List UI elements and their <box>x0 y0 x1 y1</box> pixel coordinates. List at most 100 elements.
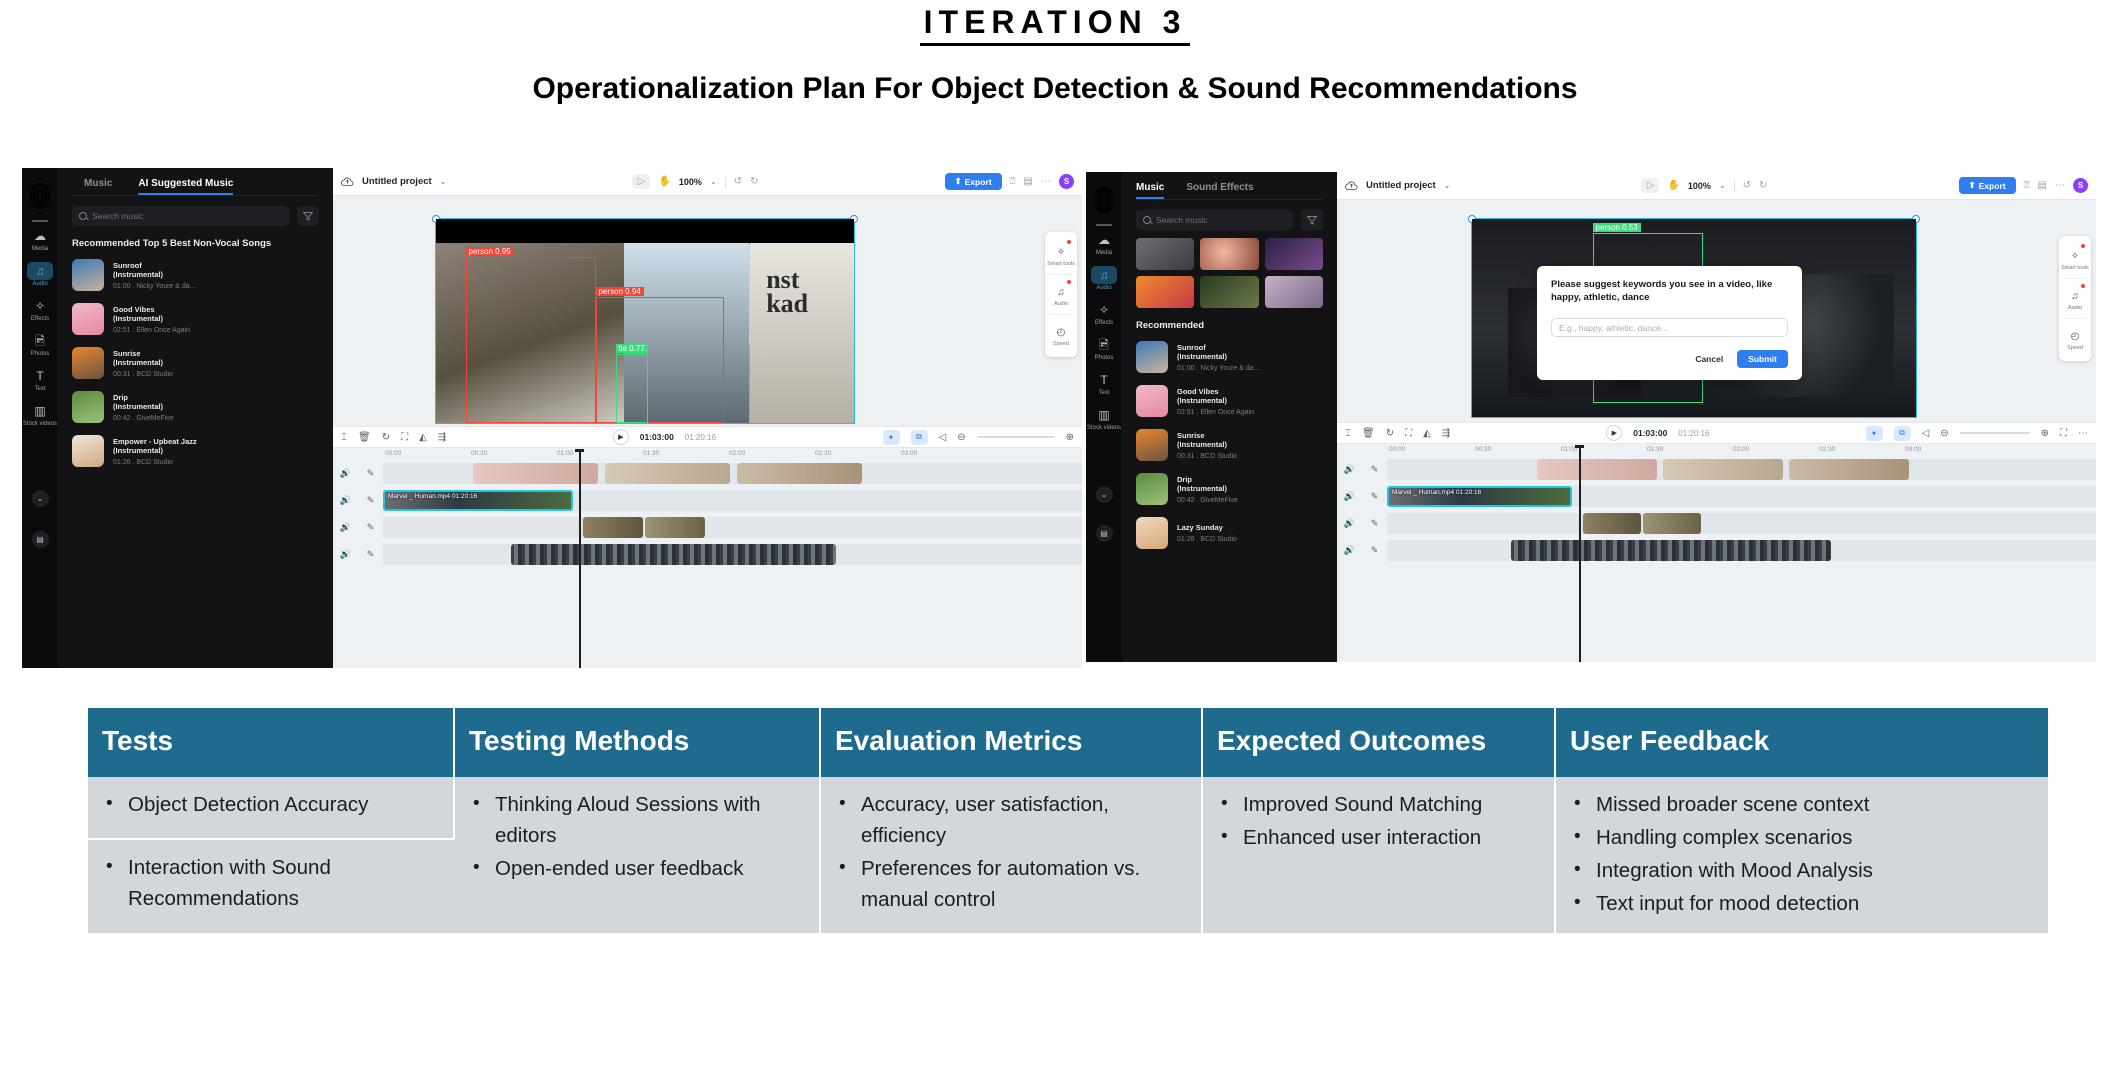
track-list-item[interactable]: Good Vibes (Instrumental) 02:51 . Ellen On… <box>58 297 333 341</box>
zoom-out-icon-right[interactable]: ⊖ <box>1940 428 1948 439</box>
mute-icon[interactable]: 🔊 <box>1337 464 1362 475</box>
link-chip-right[interactable]: ⧉ <box>1893 425 1911 441</box>
timeline-lane[interactable] <box>1387 459 2096 480</box>
more-icon-right-2[interactable]: ⋯ <box>2078 428 2088 439</box>
search-input-left[interactable]: Search music <box>72 206 289 226</box>
split-icon-right[interactable]: ⌶ <box>1345 428 1351 439</box>
split-icon-left[interactable]: ⌶ <box>341 432 347 443</box>
delete-icon-right[interactable]: 🗑 <box>1362 428 1375 439</box>
volume-icon-right[interactable]: ◁ <box>1922 428 1930 439</box>
edit-icon[interactable]: ✎ <box>358 495 383 506</box>
sidebar-item-media[interactable]: ☁ Media <box>22 222 58 257</box>
timeline-clip[interactable] <box>605 463 730 484</box>
timeline-clip[interactable] <box>645 517 705 538</box>
zoom-chevron-icon[interactable]: ⌄ <box>710 177 717 186</box>
zoom-level-left[interactable]: 100% <box>679 177 702 187</box>
edit-icon[interactable]: ✎ <box>1362 464 1387 475</box>
play-preview-button-left[interactable]: ▷ <box>632 174 651 189</box>
filter-icon-right[interactable]: ◭ <box>1423 428 1431 439</box>
track-list-item[interactable]: Drip (Instrumental) 00:42 . GiveMeFive <box>58 385 333 429</box>
adjust-icon-right[interactable]: ⇶ <box>1442 428 1450 439</box>
redo-button-right[interactable]: ↻ <box>1759 180 1767 191</box>
scroll-down-button-right[interactable]: ⌄ <box>1095 486 1113 503</box>
track-list-item[interactable]: Drip (Instrumental) 00:42 . GiveMeFive <box>1122 467 1337 511</box>
zoom-out-icon-left[interactable]: ⊖ <box>957 432 965 443</box>
help-icon-left[interactable]: ⍰ <box>1010 176 1016 187</box>
track-list-item[interactable]: Sunroof (Instrumental) 01:00 . Nicky Youre… <box>58 253 333 297</box>
timeline-clip[interactable] <box>1537 459 1657 480</box>
export-button-right[interactable]: ⬆ Export <box>1958 177 2016 194</box>
timeline-lane[interactable] <box>1387 540 2096 561</box>
fullscreen-icon-right[interactable]: ⛶ <box>2060 428 2067 439</box>
zoom-in-icon-right[interactable]: ⊕ <box>2041 428 2049 439</box>
track-list-item[interactable]: Sunrise (Instrumental) 00:31 . BCD Studio <box>1122 423 1337 467</box>
cancel-button[interactable]: Cancel <box>1695 354 1723 364</box>
sidebar-item-text[interactable]: T Text <box>1086 366 1122 401</box>
redo-button-left[interactable]: ↻ <box>750 176 758 187</box>
tab-sound-effects[interactable]: Sound Effects <box>1186 182 1253 199</box>
timeline-lane[interactable] <box>383 463 1082 484</box>
avatar[interactable]: S <box>1059 174 1074 189</box>
playhead-left[interactable] <box>575 449 584 668</box>
timeline-clip[interactable] <box>1789 459 1909 480</box>
selected-video-clip-right[interactable]: Marvel _ Human.mp4 01:20:16 <box>1387 486 1572 507</box>
timeline-lane[interactable] <box>383 517 1082 538</box>
volume-icon-left[interactable]: ◁ <box>939 432 947 443</box>
search-input-right[interactable]: Search music <box>1136 210 1293 230</box>
chevron-down-icon[interactable]: ⌄ <box>440 177 447 186</box>
sidebar-item-effects[interactable]: ✧ Effects <box>1086 296 1122 331</box>
keywords-input[interactable]: E.g., happy, athletic, dance... <box>1551 318 1788 337</box>
zoom-slider-right[interactable] <box>1959 432 2030 434</box>
rotate-icon-right[interactable]: ↻ <box>1386 428 1394 439</box>
edit-icon[interactable]: ✎ <box>1362 491 1387 502</box>
sidebar-item-text[interactable]: T Text <box>22 362 58 397</box>
sidebar-item-media[interactable]: ☁ Media <box>1086 226 1122 261</box>
play-button-right[interactable]: ▶ <box>1606 425 1623 441</box>
filter-button-right[interactable] <box>1301 210 1323 230</box>
project-name-right[interactable]: Untitled project <box>1366 180 1436 191</box>
selected-video-clip-left[interactable]: Marvel _ Human.mp4 01:20:16 <box>383 490 573 511</box>
track-list-item[interactable]: Good Vibes (Instrumental) 02:51 . Ellen On… <box>1122 379 1337 423</box>
help-icon-right[interactable]: ⍰ <box>2024 180 2030 191</box>
audio-waveform-clip-left[interactable] <box>511 544 836 565</box>
album-tile[interactable] <box>1264 238 1323 270</box>
zoom-in-icon-left[interactable]: ⊕ <box>1066 432 1074 443</box>
rotate-icon-left[interactable]: ↻ <box>382 432 390 443</box>
edit-icon[interactable]: ✎ <box>1362 518 1387 529</box>
edit-icon[interactable]: ✎ <box>358 468 383 479</box>
more-icon-left[interactable]: ⋯ <box>1041 176 1051 187</box>
crop-icon-right[interactable]: ⛶ <box>1405 428 1412 439</box>
timeline-left[interactable]: 00:00 00:30 01:00 01:30 02:00 02:30 03:00 🔊 ✎ <box>333 449 1082 668</box>
tab-music[interactable]: Music <box>1136 182 1165 199</box>
sidebar-item-audio[interactable]: ♫ Audio <box>22 257 58 292</box>
sidebar-item-stock-videos[interactable]: ▥ Stock videos <box>1086 401 1122 436</box>
edit-icon[interactable]: ✎ <box>358 522 383 533</box>
tab-music[interactable]: Music <box>84 178 112 195</box>
submit-button[interactable]: Submit <box>1737 350 1788 368</box>
more-icon-right[interactable]: ⋯ <box>2055 180 2065 191</box>
mute-icon[interactable]: 🔊 <box>333 468 358 479</box>
track-list-item[interactable]: Sunroof (Instrumental) 01:00 . Nicky Youre… <box>1122 335 1337 379</box>
playhead-right[interactable] <box>1575 445 1584 662</box>
undo-button-left[interactable]: ↺ <box>734 176 742 187</box>
mute-icon[interactable]: 🔊 <box>333 495 358 506</box>
right-tool-smart-tools[interactable]: ✧ Smart tools <box>2059 241 2091 276</box>
zoom-chevron-icon[interactable]: ⌄ <box>1719 181 1726 190</box>
chevron-down-icon[interactable]: ⌄ <box>1444 181 1451 190</box>
mute-icon[interactable]: 🔊 <box>333 549 358 560</box>
project-name-left[interactable]: Untitled project <box>362 176 432 187</box>
track-list-item[interactable]: Sunrise (Instrumental) 00:31 . BCD Studio <box>58 341 333 385</box>
album-tile[interactable] <box>1200 238 1259 270</box>
magic-chip-left[interactable]: ✦ <box>882 429 900 445</box>
link-chip-left[interactable]: ⧉ <box>910 429 928 445</box>
timeline-lane[interactable] <box>383 544 1082 565</box>
mute-icon[interactable]: 🔊 <box>1337 518 1362 529</box>
edit-icon[interactable]: ✎ <box>358 549 383 560</box>
filter-icon-left[interactable]: ◭ <box>419 432 427 443</box>
album-tile[interactable] <box>1136 276 1195 308</box>
hand-tool-icon-left[interactable]: ✋ <box>658 176 670 187</box>
zoom-level-right[interactable]: 100% <box>1688 181 1711 191</box>
timeline-clip[interactable] <box>583 517 643 538</box>
zoom-slider-left[interactable] <box>976 436 1055 438</box>
play-preview-button-right[interactable]: ▷ <box>1641 178 1660 193</box>
